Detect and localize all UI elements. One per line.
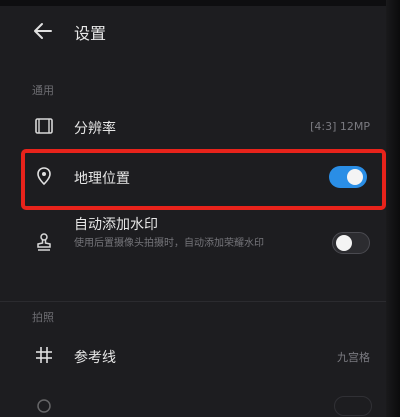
resolution-label: 分辨率 [74, 121, 116, 137]
setting-row-watermark[interactable]: 自动添加水印 使用后置摄像头拍摄时，自动添加荣耀水印 [0, 210, 386, 276]
top-bar: 设置 [0, 6, 386, 62]
toggle-partial [334, 396, 372, 416]
highlight-box [21, 149, 386, 210]
settings-icon [37, 399, 51, 413]
watermark-description: 使用后置摄像头拍摄时，自动添加荣耀水印 [74, 238, 264, 249]
section-header-general: 通用 [32, 84, 54, 97]
section-divider [0, 301, 386, 302]
grid-value: 九宫格 [337, 351, 370, 364]
back-arrow-icon[interactable] [32, 20, 54, 42]
watermark-label: 自动添加水印 [74, 217, 158, 233]
setting-row-resolution[interactable]: 分辨率 [4:3] 12MP [0, 106, 386, 146]
resolution-value: [4:3] 12MP [310, 120, 370, 133]
section-header-shooting: 拍照 [32, 311, 54, 324]
toggle-knob [336, 235, 352, 251]
setting-row-grid[interactable]: 参考线 九宫格 [0, 334, 386, 378]
resolution-icon [35, 118, 53, 134]
page-title: 设置 [74, 24, 107, 43]
device-bezel-right [386, 0, 400, 417]
partially-visible-row [0, 390, 386, 417]
settings-screen: 设置 通用 分辨率 [4:3] 12MP 地理位置 自动添加水印 使用后置摄像头… [0, 6, 386, 417]
grid-label: 参考线 [74, 350, 116, 366]
grid-lines-icon [36, 347, 52, 363]
stamp-icon [37, 233, 51, 251]
watermark-toggle[interactable] [332, 232, 370, 254]
